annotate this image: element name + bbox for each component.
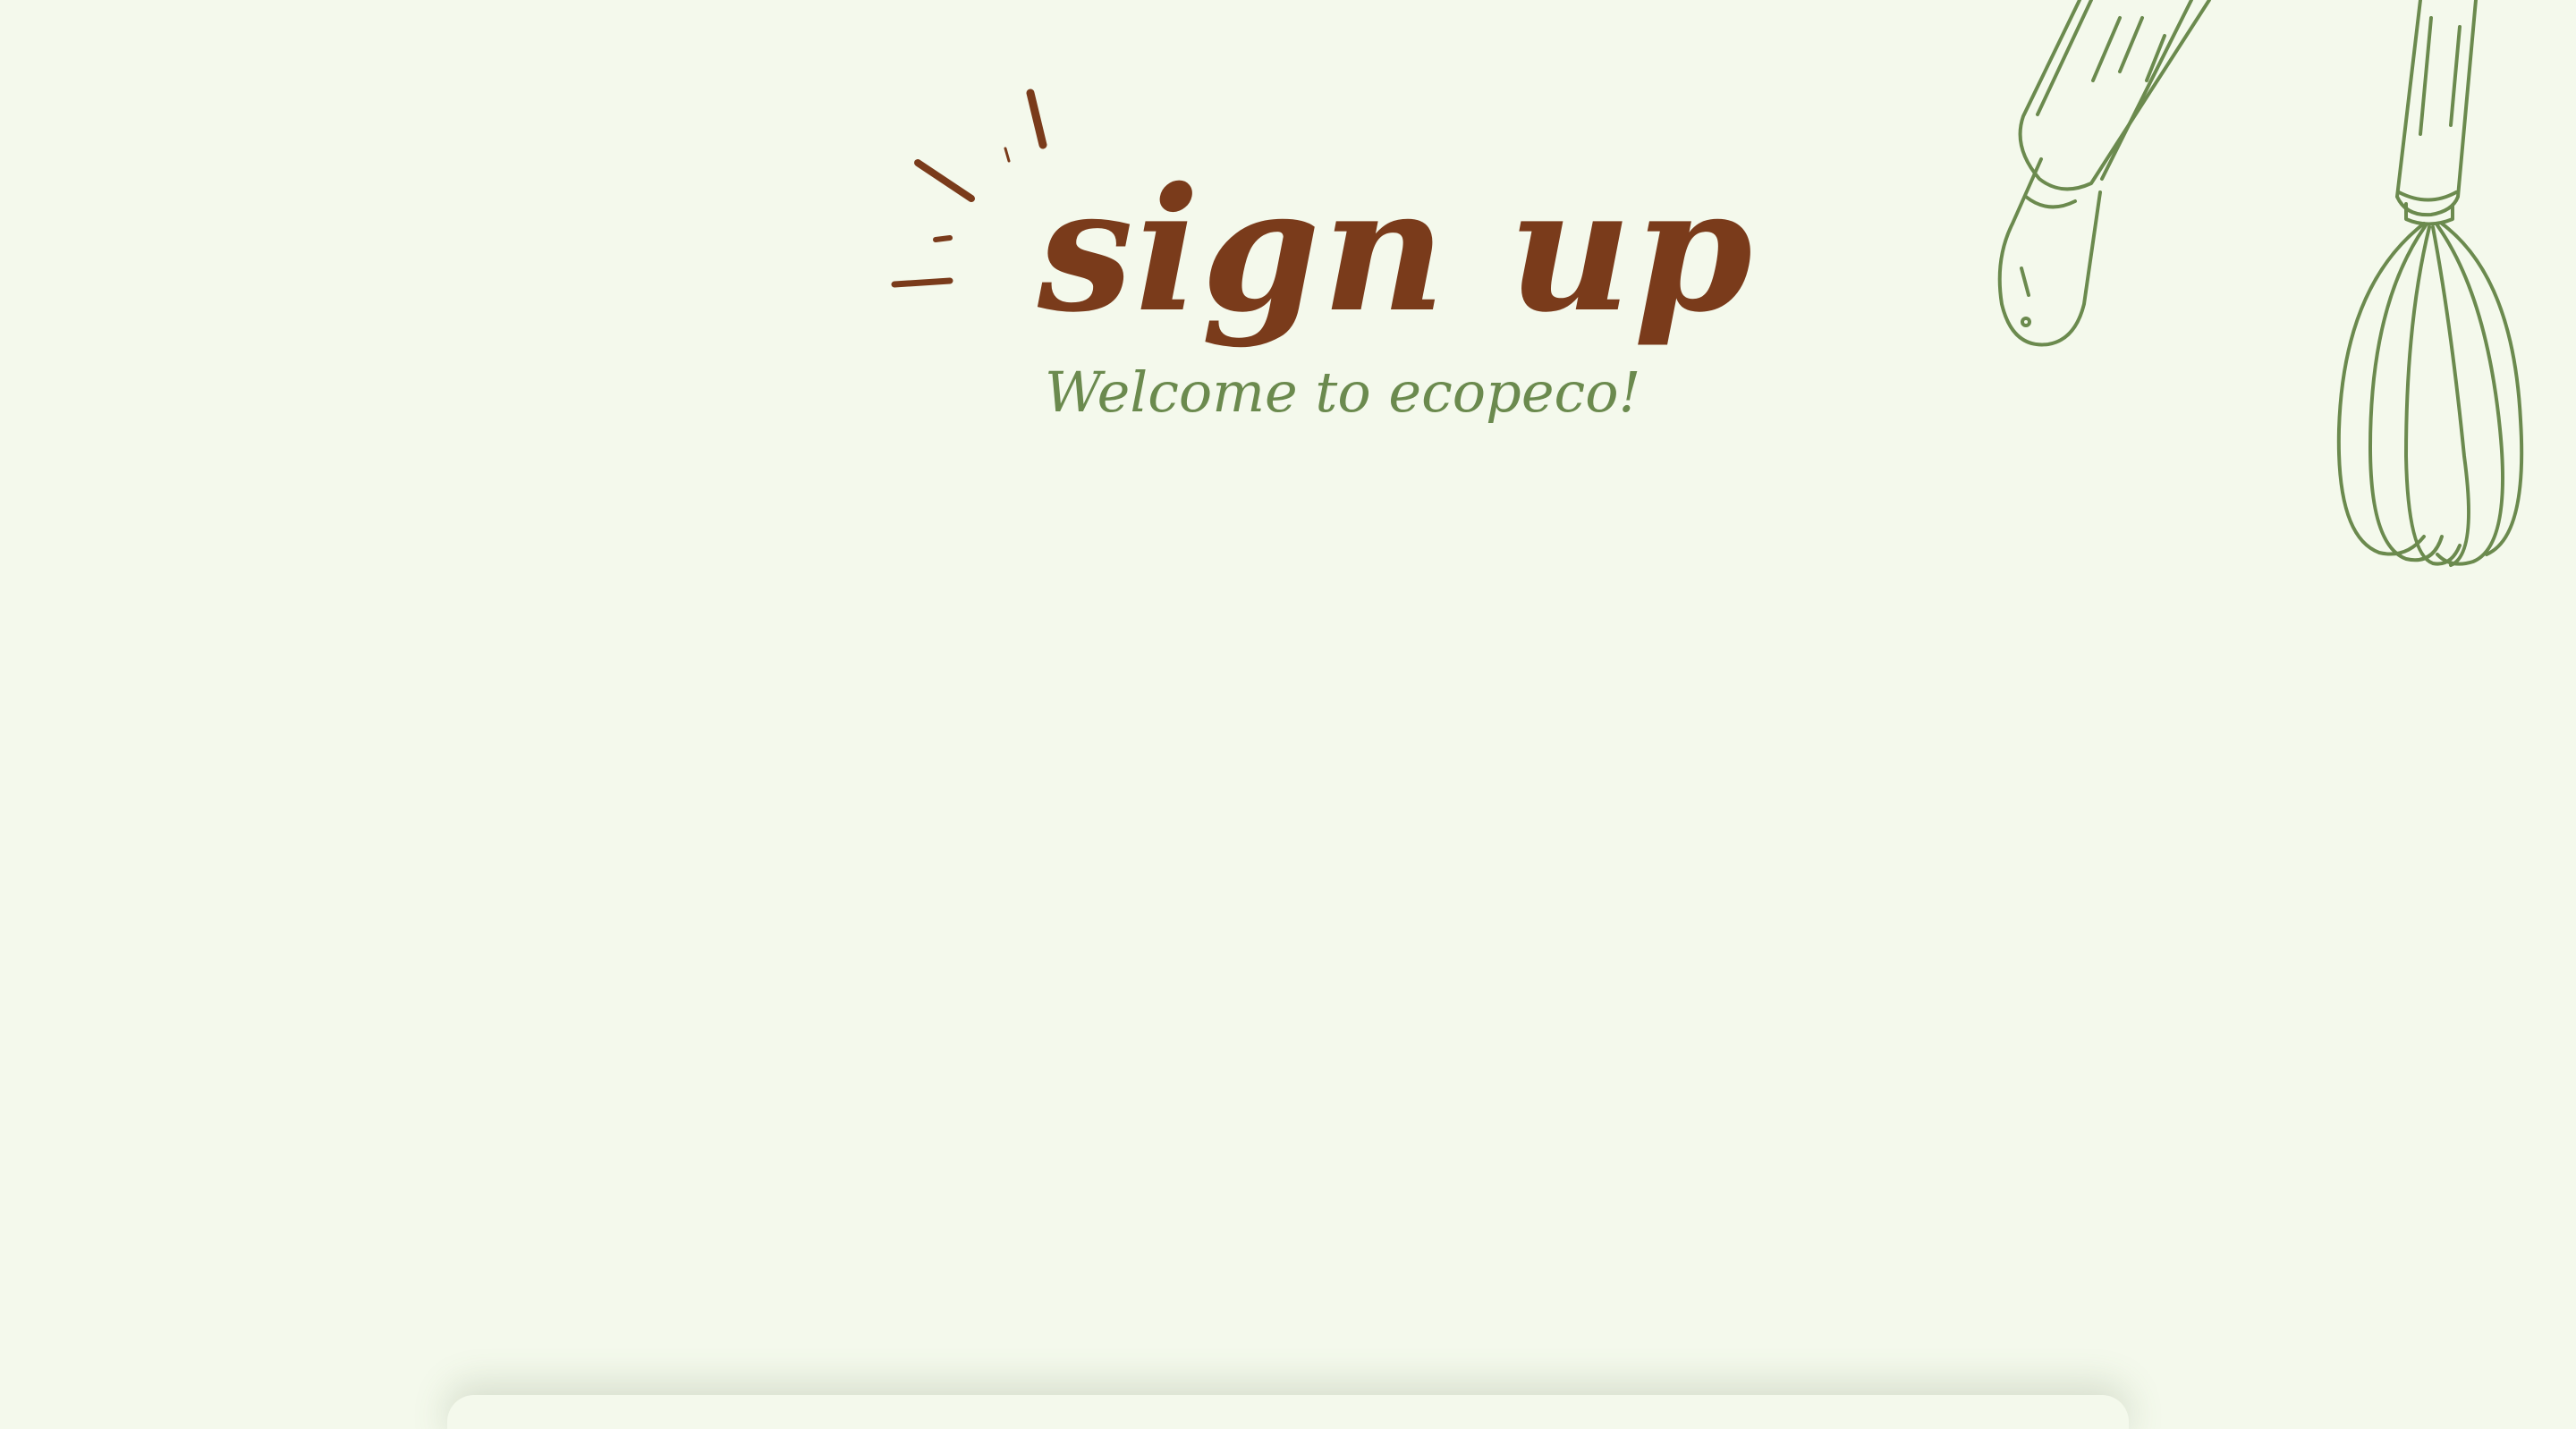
page-title: sign up	[1038, 150, 1755, 350]
signup-page: sign up Welcome to ecopeco!	[0, 0, 2576, 1429]
page-subtitle: Welcome to ecopeco!	[1045, 359, 1641, 425]
signup-heading-group: sign up Welcome to ecopeco!	[886, 80, 1752, 456]
sparkle-lines-icon	[891, 89, 1047, 288]
signup-card-edge	[447, 1395, 2129, 1429]
rolling-pin-and-whisk-icon	[1997, 0, 2524, 567]
